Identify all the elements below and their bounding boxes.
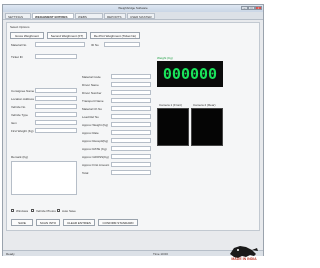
ticket-id-label: Ticket ID	[11, 55, 23, 59]
weight-label: Weight (Kg)	[157, 56, 173, 60]
vehicle-no-input[interactable]	[35, 104, 77, 109]
tab-bar: SETTINGS WEIGHMENT ENTRIES WEBS MASTER R…	[3, 12, 263, 25]
camera-1-view	[157, 108, 189, 146]
item-input[interactable]	[35, 120, 77, 125]
approx-rate-label: Approx Rate	[82, 131, 99, 135]
clear-entries-button[interactable]: CLEAR ENTRIES	[63, 219, 95, 226]
approx-receipt-input[interactable]	[111, 138, 151, 143]
total-label: Total	[82, 171, 89, 175]
tab-reports[interactable]: REPORTS	[104, 13, 126, 19]
save-button[interactable]: SAVE	[11, 219, 33, 226]
tab-weighment-entries[interactable]: WEIGHMENT ENTRIES	[32, 13, 74, 19]
driver-name-input[interactable]	[111, 82, 151, 87]
tab-settings[interactable]: SETTINGS	[5, 13, 31, 19]
remark-label: Remark (Kg)	[11, 155, 29, 159]
auto-save-checkbox[interactable]	[57, 209, 60, 212]
material-ch-no-input[interactable]	[111, 106, 151, 111]
ticket-no-input[interactable]	[104, 42, 140, 47]
first-weight-input[interactable]	[35, 128, 77, 133]
app-window: Weighbridge Software – □ × SETTINGS WEIG…	[2, 4, 264, 256]
second-weighment-button[interactable]: Second Weighment (FT)	[47, 32, 87, 39]
approx-gross-label: Approx GROSS(Kg)	[82, 155, 109, 159]
driver-number-input[interactable]	[111, 90, 151, 95]
approx-weight-input[interactable]	[111, 122, 151, 127]
first-weight-label: First Weight (Kg)	[11, 129, 34, 133]
windows-checkbox[interactable]	[11, 209, 14, 212]
tab-user-master[interactable]: USER MASTER	[127, 13, 155, 19]
material-code-label: Material Code	[82, 75, 101, 79]
ticket-id-input[interactable]	[35, 54, 77, 59]
transport-name-input[interactable]	[111, 98, 151, 103]
close-button[interactable]: ×	[255, 6, 262, 10]
window-title: Weighbridge Software	[118, 6, 148, 10]
approx-first-amount-input[interactable]	[111, 162, 151, 167]
weighment-panel: Select Options Gross Weighment Second We…	[6, 22, 260, 231]
minimize-button[interactable]: –	[241, 6, 248, 10]
transport-name-label: Transport Name	[82, 99, 104, 103]
driver-number-label: Driver Number	[82, 91, 102, 95]
approx-rate-kg-input[interactable]	[111, 146, 151, 151]
load-ref-no-input[interactable]	[111, 114, 151, 119]
status-left: Ready	[6, 252, 15, 256]
status-bar: Ready Time 10:00	[3, 250, 263, 256]
consignee-label: Consignee Name	[11, 89, 35, 93]
vehicle-type-input[interactable]	[35, 112, 77, 117]
approx-weight-label: Approx Weight (Kg)	[82, 123, 109, 127]
material-code-input[interactable]	[111, 74, 151, 79]
reprint-weighment-button[interactable]: Re-Print Weighment (Ticket No)	[90, 32, 140, 39]
watermark-text: MADE IN INDIA	[231, 257, 257, 261]
consignee-input[interactable]	[35, 88, 77, 93]
scan-into-button[interactable]: SCAN INTO	[36, 219, 60, 226]
tab-webs-master[interactable]: WEBS MASTER	[75, 13, 103, 25]
total-input[interactable]	[111, 170, 151, 175]
confirm-standard-button[interactable]: CONFIRM STANDARD	[98, 219, 138, 226]
weight-display: 000000	[157, 61, 223, 87]
camera-2-label: Camera 2 (Rear)	[193, 103, 216, 107]
camera-1-label: Camera 1 (Front)	[159, 103, 183, 107]
approx-receipt-label: Approx Recepit(Kg)	[82, 139, 109, 143]
material-no-input[interactable]	[35, 42, 85, 47]
load-ref-no-label: Load Ref No	[82, 115, 99, 119]
vehicle-type-label: Vehicle Type	[11, 113, 28, 117]
vehicle-photos-checkbox[interactable]	[31, 209, 34, 212]
location-input[interactable]	[35, 96, 77, 101]
made-in-india-logo: MADE IN INDIA	[226, 240, 262, 264]
material-ch-no-label: Material Ch No	[82, 107, 103, 111]
vehicle-photos-checkbox-label: Vehicle Photos	[36, 209, 56, 213]
driver-name-label: Driver Name	[82, 83, 99, 87]
maximize-button[interactable]: □	[248, 6, 255, 10]
select-options-label: Select Options	[10, 25, 30, 29]
windows-checkbox-label: Windows	[16, 209, 29, 213]
approx-rate-kg-label: Approx RATE (Kg)	[82, 147, 107, 151]
material-no-label: Material No	[11, 43, 27, 47]
approx-gross-input[interactable]	[111, 154, 151, 159]
approx-first-amount-label: Approx First Amount	[82, 163, 110, 167]
item-label: Item	[11, 121, 17, 125]
gross-weighment-button[interactable]: Gross Weighment	[10, 32, 44, 39]
location-label: Location Address	[11, 97, 35, 101]
camera-2-view	[191, 108, 223, 146]
vehicle-no-label: Vehicle No	[11, 105, 26, 109]
remark-textarea[interactable]	[11, 161, 77, 195]
status-right: Time 10:00	[153, 252, 168, 256]
auto-save-checkbox-label: Auto Save	[62, 209, 76, 213]
ticket-no-label: ID No	[91, 43, 99, 47]
approx-rate-input[interactable]	[111, 130, 151, 135]
title-bar: Weighbridge Software – □ ×	[3, 5, 263, 12]
